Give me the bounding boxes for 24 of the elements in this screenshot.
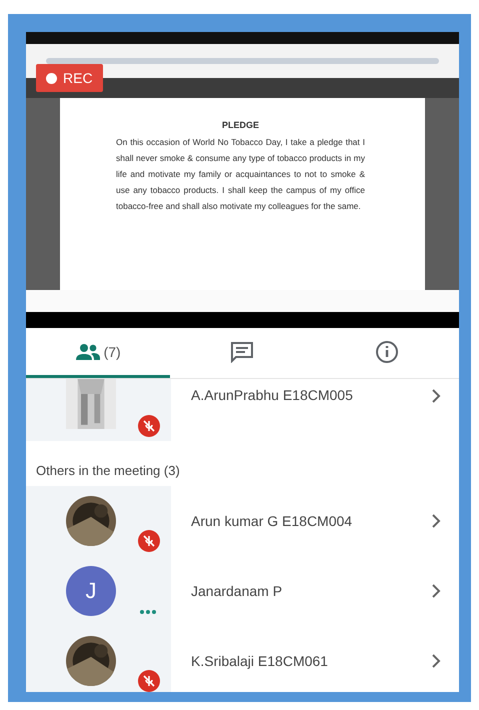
participant-row[interactable]: Arun kumar G E18CM004 xyxy=(26,486,459,556)
chat-icon xyxy=(230,340,254,362)
people-icon xyxy=(76,342,100,360)
chevron-icon xyxy=(431,654,441,668)
chevron-icon xyxy=(431,389,441,403)
info-icon xyxy=(374,340,399,364)
chevron-icon xyxy=(431,514,441,528)
speaking-icon xyxy=(140,610,156,614)
participant-row[interactable]: K.Sribalaji E18CM061 xyxy=(26,626,459,692)
document-text: On this occasion of World No Tobacco Day, I take a pledge that I shall never smoke & consume any type of tobacco products in my life and motivate my family or acquaintances to not to smoke & use any tobacco products. I shall keep the campus of my office tobacco-free and shall also motivate my colleagues for the same. xyxy=(116,136,365,213)
participant-name: Arun kumar G E18CM004 xyxy=(190,513,354,529)
recording-label: REC xyxy=(63,70,93,86)
participant-name: K.Sribalaji E18CM061 xyxy=(190,653,329,669)
mic-off-icon xyxy=(138,530,160,552)
participant-row[interactable]: J Janardanam P xyxy=(26,556,459,626)
avatar: J xyxy=(66,566,116,616)
chevron-icon xyxy=(431,584,441,598)
document-heading: PLEDGE xyxy=(220,120,260,130)
participant-name: Janardanam P xyxy=(190,583,284,599)
record-dot-icon xyxy=(46,72,57,84)
mic-off-icon xyxy=(138,670,160,692)
mic-off-icon xyxy=(138,415,160,437)
participant-name: A.ArunPrabhu E18CM005 xyxy=(190,387,354,403)
section-heading: Others in the meeting (3) xyxy=(35,462,181,480)
